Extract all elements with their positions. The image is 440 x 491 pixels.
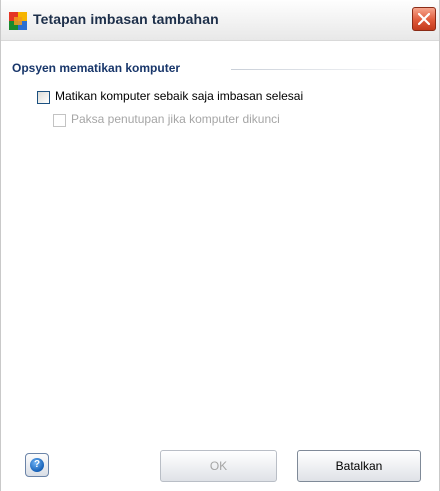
close-button[interactable]: [412, 7, 436, 31]
help-icon: ?: [30, 458, 44, 472]
close-icon: [418, 13, 430, 25]
title-bar[interactable]: Tetapan imbasan tambahan: [1, 0, 439, 41]
force-shutdown-checkbox: [53, 114, 66, 127]
force-shutdown-label: Paksa penutupan jika komputer dikunci: [71, 112, 280, 126]
shutdown-after-scan-checkbox[interactable]: [37, 91, 50, 104]
shutdown-after-scan-label: Matikan komputer sebaik saja imbasan sel…: [55, 89, 304, 103]
cancel-button[interactable]: Batalkan: [297, 450, 421, 482]
avg-logo-icon: [9, 12, 27, 30]
dialog-window: Tetapan imbasan tambahan Opsyen mematika…: [0, 0, 440, 491]
section-divider: [231, 69, 427, 70]
window-title: Tetapan imbasan tambahan: [33, 11, 219, 27]
help-button[interactable]: ?: [25, 453, 49, 477]
section-title: Opsyen mematikan komputer: [12, 61, 181, 75]
ok-button[interactable]: OK: [160, 450, 277, 482]
